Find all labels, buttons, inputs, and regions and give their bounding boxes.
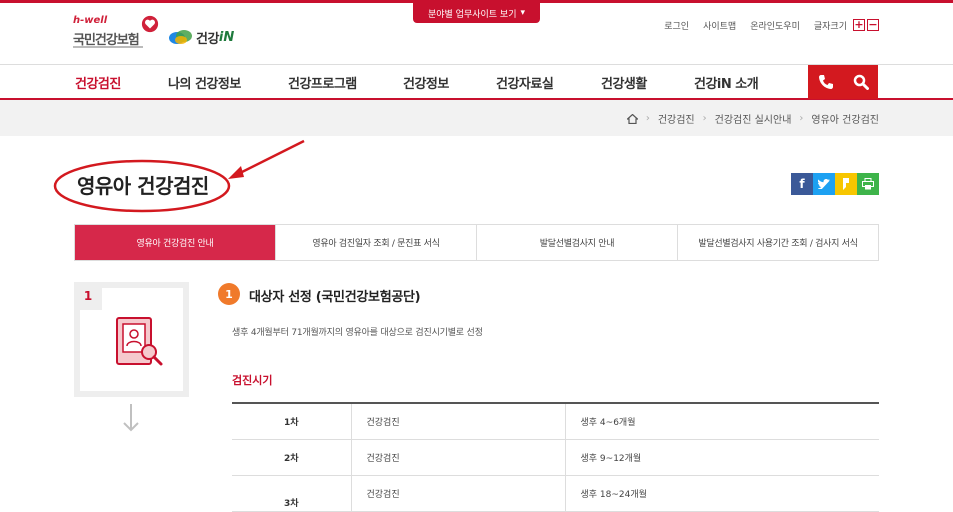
font-decrease-button[interactable]: − (867, 19, 879, 31)
site-dropdown-label: 분야별 업무사이트 보기 (427, 9, 517, 20)
checkup-period-table: 1차 건강검진 생후 4~6개월 2차 건강검진 생후 9~12개월 3차 건강… (232, 402, 879, 512)
document-search-icon (116, 317, 163, 366)
search-button[interactable] (843, 65, 878, 99)
chevron-right-icon: › (799, 113, 804, 124)
nav-item-checkup[interactable]: 건강검진 (75, 73, 121, 92)
section-number-badge: 1 (218, 283, 240, 305)
section-title: 대상자 선정 (국민건강보험공단) (249, 290, 421, 305)
nav-item-my-health[interactable]: 나의 건강정보 (168, 73, 241, 92)
sitemap-link[interactable]: 사이트맵 (703, 19, 736, 32)
logo-gin-prefix: 건강 (196, 31, 219, 47)
tab-checkup-date-lookup[interactable]: 영유아 검진일자 조회 / 문진표 서식 (275, 225, 476, 260)
nav-item-about[interactable]: 건강iN 소개 (694, 73, 759, 92)
search-icon (853, 74, 869, 90)
period-cell: 생후 9~12개월 (565, 439, 879, 476)
period-cell: 생후 18~24개월 (565, 475, 879, 512)
font-increase-button[interactable]: + (853, 19, 865, 31)
tab-screening-period-lookup[interactable]: 발달선별검사지 사용기간 조회 / 검사지 서식 (677, 225, 878, 260)
login-link[interactable]: 로그인 (664, 19, 689, 32)
tab-development-screening[interactable]: 발달선별검사지 안내 (476, 225, 677, 260)
kind-cell: 건강검진 (351, 403, 566, 440)
logo-hwell-text: h-well (73, 15, 108, 26)
round-cell: 1차 (232, 403, 352, 440)
page-title: 영유아 건강검진 (77, 174, 209, 198)
facebook-icon[interactable]: f (791, 173, 813, 195)
breadcrumb-item-current: 영유아 건강검진 (811, 115, 879, 126)
global-nav: 건강검진 나의 건강정보 건강프로그램 건강정보 건강자료실 건강생활 건강iN… (0, 64, 953, 100)
round-cell: 2차 (232, 439, 352, 476)
top-header: h-well 국민건강보험 건강 iN 분야별 업무사이트 보기 ▾ 로그인 사… (0, 0, 953, 64)
table-row: 1차 건강검진 생후 4~6개월 (232, 403, 879, 440)
share-buttons: f (791, 173, 879, 195)
annotation-arrow (228, 139, 305, 179)
step-number: 1 (74, 282, 102, 310)
table-row: 3차 건강검진 생후 18~24개월 (232, 475, 879, 512)
section-description: 생후 4개월부터 71개월까지의 영유아를 대상으로 검진시기별로 선정 (232, 328, 483, 338)
kind-cell: 건강검진 (351, 475, 566, 512)
site-dropdown-button[interactable]: 분야별 업무사이트 보기 ▾ (413, 3, 540, 23)
breadcrumb-item[interactable]: 건강검진 실시안내 (715, 111, 792, 126)
nav-item-programs[interactable]: 건강프로그램 (288, 73, 357, 92)
kakaostory-icon[interactable] (835, 173, 857, 195)
nav-item-health-info[interactable]: 건강정보 (403, 73, 449, 92)
sub-tabs: 영유아 건강검진 안내 영유아 검진일자 조회 / 문진표 서식 발달선별검사지… (74, 224, 879, 261)
logo-gin-suffix: iN (218, 29, 235, 45)
round-cell: 3차 (232, 475, 352, 512)
fontsize-label: 글자크기 (813, 21, 847, 32)
chevron-right-icon: › (645, 113, 650, 124)
tab-infant-checkup-guide[interactable]: 영유아 건강검진 안내 (75, 225, 275, 260)
fontsize-controls: + − (853, 19, 879, 31)
checkup-period-heading: 검진시기 (232, 374, 273, 387)
help-link[interactable]: 온라인도우미 (750, 19, 800, 32)
breadcrumb: › 건강검진 › 건강검진 실시안내 › 영유아 건강검진 (626, 111, 879, 126)
utility-links: 로그인 사이트맵 온라인도우미 글자크기 + − (664, 17, 953, 33)
print-icon[interactable] (857, 173, 879, 195)
nav-item-library[interactable]: 건강자료실 (496, 73, 554, 92)
table-row: 2차 건강검진 생후 9~12개월 (232, 439, 879, 476)
period-cell: 생후 4~6개월 (565, 403, 879, 440)
phone-icon (818, 75, 833, 89)
phone-button[interactable] (808, 65, 843, 99)
home-icon[interactable] (626, 113, 638, 124)
geongang-in-blob-icon (169, 30, 192, 44)
chevron-right-icon: › (702, 113, 707, 124)
step-card: 1 (74, 282, 189, 397)
arrow-down-icon (123, 404, 139, 432)
breadcrumb-bar: › 건강검진 › 건강검진 실시안내 › 영유아 건강검진 (0, 100, 953, 136)
logo-subline (73, 46, 143, 48)
chevron-down-icon: ▾ (520, 8, 526, 18)
kind-cell: 건강검진 (351, 439, 566, 476)
twitter-icon[interactable] (813, 173, 835, 195)
nav-item-lifestyle[interactable]: 건강생활 (601, 73, 647, 92)
geongang-in-logo[interactable]: 건강 iN (168, 25, 234, 49)
heart-icon (141, 15, 159, 33)
breadcrumb-item[interactable]: 건강검진 (658, 111, 695, 126)
nhis-logo[interactable]: h-well 국민건강보험 (73, 15, 163, 51)
